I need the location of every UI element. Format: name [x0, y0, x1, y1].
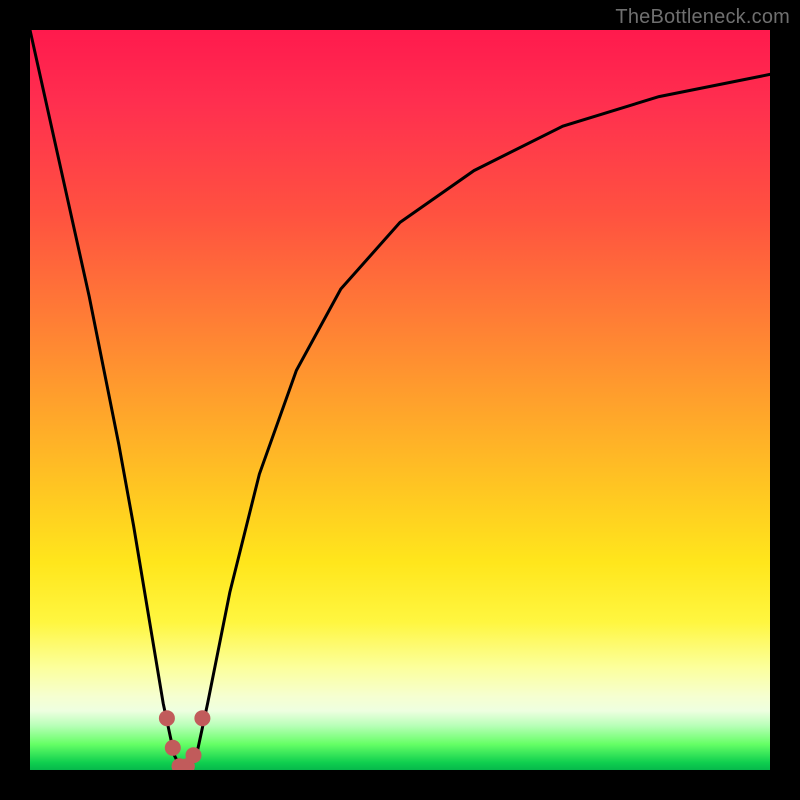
chart-frame: TheBottleneck.com: [0, 0, 800, 800]
watermark-text: TheBottleneck.com: [615, 6, 790, 29]
curve-endpoint-markers: [159, 710, 211, 770]
plot-area: [30, 30, 770, 770]
bottleneck-curve: [30, 30, 770, 770]
curve-layer: [30, 30, 770, 770]
